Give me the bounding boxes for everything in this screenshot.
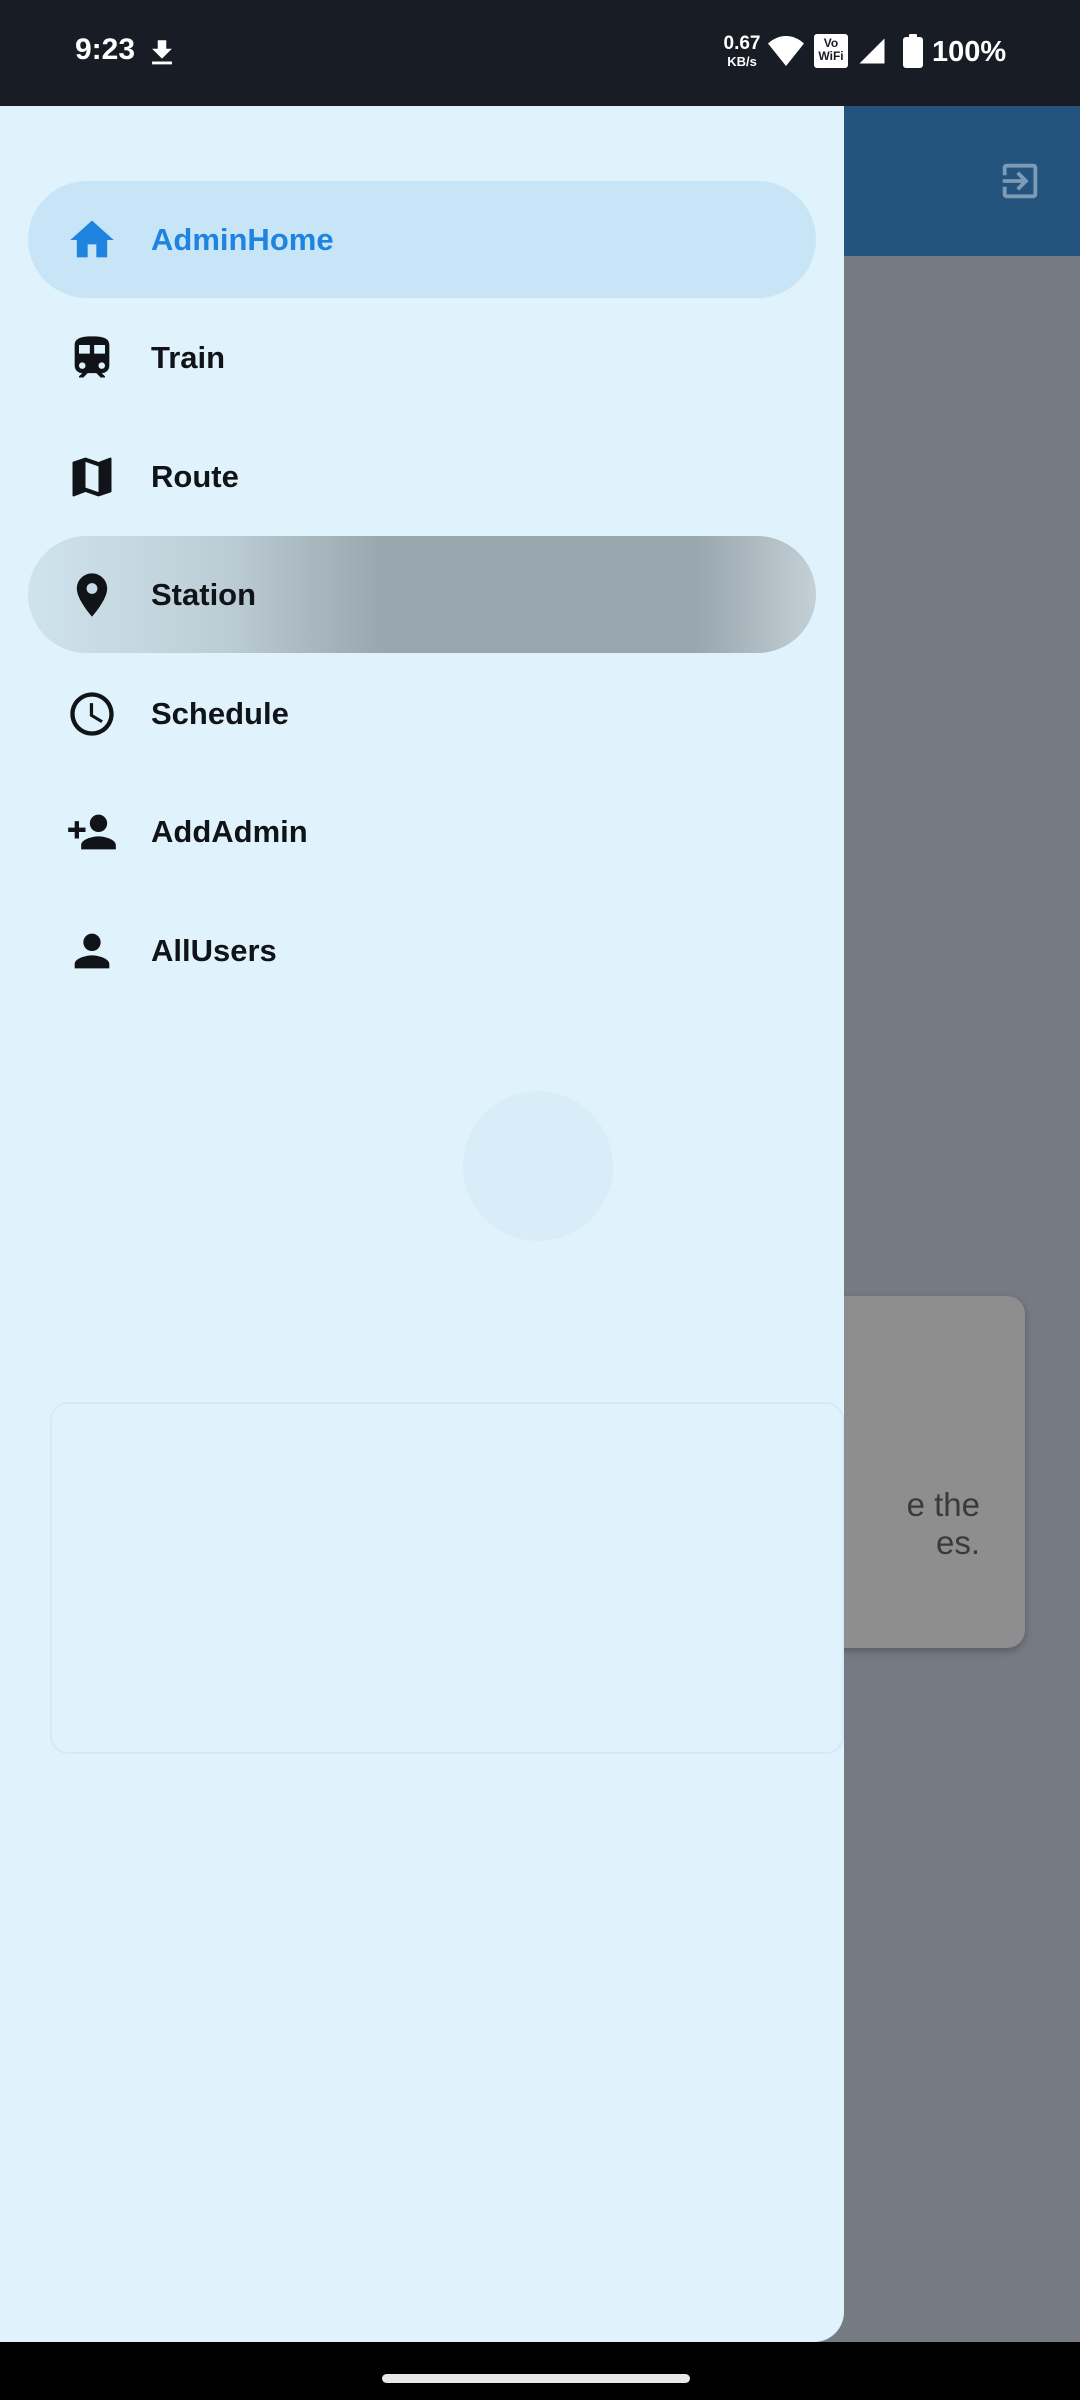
drawer-item-label: AdminHome — [151, 221, 334, 257]
navigation-drawer: AdminHome Train Route Station Schedule A… — [0, 106, 844, 2342]
logout-icon — [1002, 163, 1038, 199]
background-card-outline — [50, 1402, 844, 1754]
vowifi-icon: Vo WiFi — [814, 34, 848, 68]
signal-icon — [859, 38, 885, 64]
info-card-line1: e the — [906, 1486, 980, 1523]
status-bar: 9:23 0.67 KB/s Vo WiFi 100% — [0, 0, 1080, 106]
system-nav-bar — [0, 2342, 1080, 2400]
drawer-item-schedule[interactable]: Schedule — [28, 655, 816, 772]
location-pin-icon — [64, 567, 120, 623]
home-gesture-handle[interactable] — [382, 2374, 690, 2383]
wifi-icon — [768, 36, 804, 66]
drawer-item-label: AllUsers — [151, 932, 277, 968]
clock-icon — [64, 686, 120, 742]
background-spinner — [463, 1091, 613, 1241]
download-icon — [152, 40, 172, 65]
info-card-line2: es. — [935, 1524, 980, 1561]
person-icon — [64, 923, 120, 979]
train-icon — [64, 330, 120, 386]
logout-button[interactable] — [995, 158, 1045, 204]
drawer-item-route[interactable]: Route — [28, 418, 816, 535]
network-speed: 0.67 KB/s — [723, 33, 761, 69]
drawer-item-label: AddAdmin — [151, 813, 308, 849]
drawer-item-label: Train — [151, 339, 226, 375]
battery-percent: 100% — [932, 36, 1007, 68]
add-person-icon — [64, 804, 120, 860]
drawer-item-adminhome[interactable]: AdminHome — [28, 181, 816, 298]
drawer-item-label: Station — [151, 576, 257, 612]
drawer-item-addadmin[interactable]: AddAdmin — [28, 773, 816, 890]
status-time: 9:23 — [75, 33, 136, 66]
drawer-item-label: Schedule — [151, 695, 289, 731]
drawer-item-station[interactable]: Station — [28, 536, 816, 653]
home-icon — [64, 212, 120, 268]
map-icon — [64, 449, 120, 505]
drawer-item-label: Route — [151, 458, 239, 494]
drawer-item-allusers[interactable]: AllUsers — [28, 892, 816, 1009]
drawer-item-train[interactable]: Train — [28, 299, 816, 416]
battery-icon — [903, 34, 923, 68]
